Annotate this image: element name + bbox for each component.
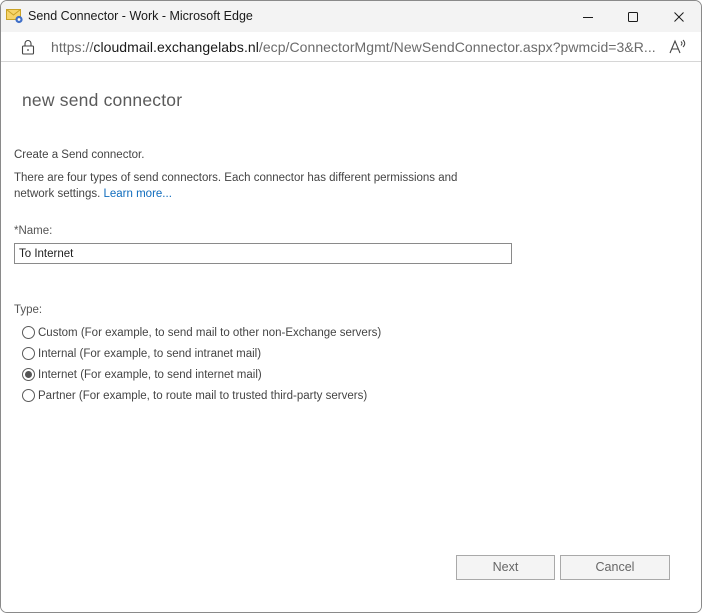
- address-bar[interactable]: https://cloudmail.exchangelabs.nl/ecp/Co…: [1, 32, 701, 62]
- url-scheme: https://: [51, 39, 94, 55]
- radio-label: Partner (For example, to route mail to t…: [38, 389, 368, 402]
- radio-label: Custom (For example, to send mail to oth…: [38, 326, 382, 339]
- url-text[interactable]: https://cloudmail.exchangelabs.nl/ecp/Co…: [51, 39, 656, 55]
- radio-option-internal[interactable]: Internal (For example, to send intranet …: [22, 343, 381, 364]
- minimize-button[interactable]: [565, 1, 611, 32]
- description-text: There are four types of send connectors.…: [14, 171, 484, 202]
- page-title: new send connector: [22, 90, 183, 110]
- url-domain: cloudmail.exchangelabs.nl: [93, 39, 259, 55]
- cancel-button[interactable]: Cancel: [560, 555, 670, 580]
- intro-text: Create a Send connector.: [14, 149, 145, 161]
- radio-button[interactable]: [22, 347, 35, 360]
- minimize-icon: [583, 16, 593, 18]
- maximize-icon: [628, 11, 638, 22]
- close-icon: [674, 11, 684, 22]
- learn-more-link[interactable]: Learn more...: [104, 188, 172, 200]
- read-aloud-icon[interactable]: [668, 38, 688, 56]
- radio-option-custom[interactable]: Custom (For example, to send mail to oth…: [22, 322, 381, 343]
- radio-button[interactable]: [22, 389, 35, 402]
- connector-type-radio-group: Custom (For example, to send mail to oth…: [22, 322, 381, 406]
- radio-label: Internet (For example, to send internet …: [38, 368, 262, 381]
- maximize-button[interactable]: [610, 1, 656, 32]
- page-content: new send connector Create a Send connect…: [1, 63, 701, 612]
- radio-option-internet[interactable]: Internet (For example, to send internet …: [22, 364, 381, 385]
- name-label: *Name:: [14, 225, 53, 237]
- close-button[interactable]: [656, 1, 701, 32]
- window-title: Send Connector - Work - Microsoft Edge: [28, 9, 253, 23]
- radio-button[interactable]: [22, 326, 35, 339]
- radio-option-partner[interactable]: Partner (For example, to route mail to t…: [22, 385, 381, 406]
- description-body: There are four types of send connectors.…: [14, 172, 458, 200]
- title-bar: Send Connector - Work - Microsoft Edge: [1, 1, 701, 32]
- mail-envelope-icon: [6, 9, 23, 24]
- browser-window: Send Connector - Work - Microsoft Edge h…: [0, 0, 702, 613]
- radio-label: Internal (For example, to send intranet …: [38, 347, 262, 360]
- type-label: Type:: [14, 304, 43, 316]
- radio-button[interactable]: [22, 368, 35, 381]
- name-input[interactable]: [14, 243, 512, 264]
- url-path: /ecp/ConnectorMgmt/NewSendConnector.aspx…: [258, 39, 656, 55]
- lock-icon[interactable]: [21, 39, 35, 55]
- next-button[interactable]: Next: [456, 555, 555, 580]
